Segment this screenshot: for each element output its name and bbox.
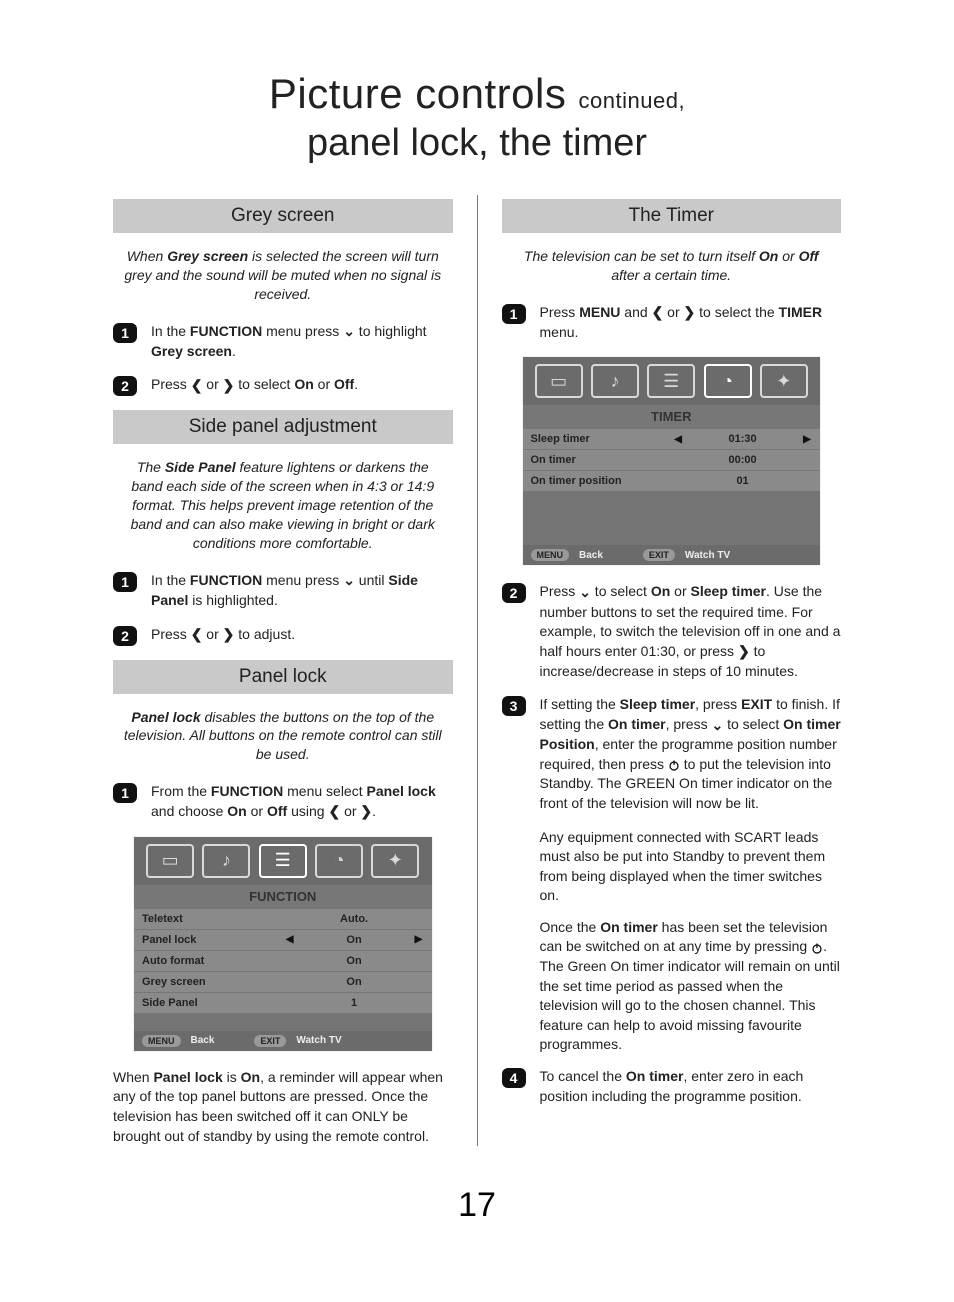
timer-step-4: 4 To cancel the On timer, enter zero in …	[502, 1067, 842, 1106]
audio-tab-icon: ♪	[202, 844, 250, 878]
picture-tab-icon: ▭	[535, 364, 583, 398]
right-icon: ❯	[684, 303, 696, 323]
osd-title: TIMER	[523, 405, 821, 428]
title-main: Picture controls	[269, 70, 566, 117]
timer-step-1: 1 Press MENU and ❮ or ❯ to select the TI…	[502, 303, 842, 343]
section-side-panel: Side panel adjustment	[113, 410, 453, 444]
side-step-1: 1 In the FUNCTION menu press ⌄ until Sid…	[113, 571, 453, 611]
osd-row: Panel lock◀On▶	[134, 929, 432, 950]
right-icon: ❯	[360, 802, 372, 822]
step-number: 4	[502, 1068, 526, 1088]
right-column: The Timer The television can be set to t…	[484, 195, 860, 1146]
power-icon	[811, 942, 823, 954]
audio-tab-icon: ♪	[591, 364, 639, 398]
title-sub: panel lock, the timer	[0, 122, 954, 165]
osd-timer-menu: ▭ ♪ ☰ ◔ ✦ TIMER Sleep timer◀01:30▶ On ti…	[522, 356, 822, 566]
menu-button-icon: MENU	[531, 549, 570, 561]
title-continued: continued	[579, 88, 679, 113]
picture-tab-icon: ▭	[146, 844, 194, 878]
down-icon: ⌄	[711, 716, 723, 736]
timer-para-scart: Any equipment connected with SCART leads…	[540, 828, 842, 906]
down-icon: ⌄	[343, 322, 355, 342]
exit-button-icon: EXIT	[254, 1035, 286, 1047]
power-icon	[668, 759, 680, 771]
step-number: 1	[502, 304, 526, 324]
osd-row: Auto format◀On▶	[134, 950, 432, 971]
panel-lock-note: When Panel lock is On, a reminder will a…	[113, 1068, 453, 1146]
osd-tab-icons: ▭ ♪ ☰ ◔ ✦	[523, 357, 821, 405]
step-number: 1	[113, 783, 137, 803]
step-number: 2	[113, 376, 137, 396]
setup-tab-icon: ✦	[760, 364, 808, 398]
left-icon: ❮	[191, 625, 203, 645]
page-number: 17	[0, 1186, 954, 1225]
left-icon: ❮	[328, 802, 340, 822]
osd-title: FUNCTION	[134, 885, 432, 908]
column-divider	[477, 195, 478, 1146]
timer-tab-icon: ◔	[315, 844, 363, 878]
osd-footer: MENU Back EXIT Watch TV	[523, 545, 821, 565]
left-icon: ❮	[191, 376, 203, 396]
osd-row: On timer position◀01▶	[523, 470, 821, 491]
osd-function-menu: ▭ ♪ ☰ ◔ ✦ FUNCTION Teletext◀Auto.▶ Panel…	[133, 836, 433, 1052]
osd-footer: MENU Back EXIT Watch TV	[134, 1031, 432, 1051]
right-icon: ❯	[223, 625, 235, 645]
menu-button-icon: MENU	[142, 1035, 181, 1047]
page-title: Picture controls continued, panel lock, …	[0, 70, 954, 165]
down-icon: ⌄	[343, 571, 355, 591]
right-icon: ❯	[738, 642, 750, 662]
side-step-2: 2 Press ❮ or ❯ to adjust.	[113, 625, 453, 646]
osd-tab-icons: ▭ ♪ ☰ ◔ ✦	[134, 837, 432, 885]
step-number: 1	[113, 572, 137, 592]
timer-step-2: 2 Press ⌄ to select On or Sleep timer. U…	[502, 582, 842, 681]
exit-button-icon: EXIT	[643, 549, 675, 561]
osd-row: Side Panel◀1▶	[134, 992, 432, 1013]
grey-step-1: 1 In the FUNCTION menu press ⌄ to highli…	[113, 322, 453, 362]
function-tab-icon: ☰	[647, 364, 695, 398]
osd-row: On timer◀00:00▶	[523, 449, 821, 470]
section-timer: The Timer	[502, 199, 842, 233]
step-number: 2	[502, 583, 526, 603]
timer-intro: The television can be set to turn itself…	[510, 247, 834, 285]
step-number: 1	[113, 323, 137, 343]
osd-row: Teletext◀Auto.▶	[134, 908, 432, 929]
setup-tab-icon: ✦	[371, 844, 419, 878]
section-panel-lock: Panel lock	[113, 660, 453, 694]
down-icon: ⌄	[579, 583, 591, 603]
side-intro: The Side Panel feature lightens or darke…	[121, 458, 445, 552]
right-icon: ❯	[223, 376, 235, 396]
step-number: 2	[113, 626, 137, 646]
section-grey-screen: Grey screen	[113, 199, 453, 233]
left-column: Grey screen When Grey screen is selected…	[95, 195, 471, 1146]
timer-tab-icon: ◔	[704, 364, 752, 398]
osd-row: Sleep timer◀01:30▶	[523, 428, 821, 449]
grey-step-2: 2 Press ❮ or ❯ to select On or Off.	[113, 375, 453, 396]
osd-row: Grey screen◀On▶	[134, 971, 432, 992]
panel-step-1: 1 From the FUNCTION menu select Panel lo…	[113, 782, 453, 822]
function-tab-icon: ☰	[259, 844, 307, 878]
panel-intro: Panel lock disables the buttons on the t…	[121, 708, 445, 765]
timer-step-3: 3 If setting the Sleep timer, press EXIT…	[502, 695, 842, 813]
timer-para-on: Once the On timer has been set the telev…	[540, 918, 842, 1055]
grey-intro: When Grey screen is selected the screen …	[121, 247, 445, 304]
step-number: 3	[502, 696, 526, 716]
left-icon: ❮	[652, 303, 664, 323]
